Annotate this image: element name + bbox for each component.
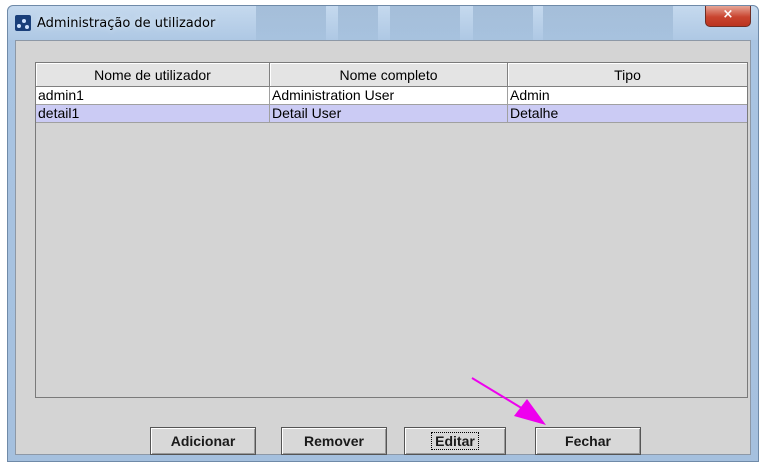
add-button[interactable]: Adicionar bbox=[150, 427, 256, 455]
dialog-content: Nome de utilizador Nome completo Tipo ad… bbox=[15, 40, 751, 455]
cell-username: detail1 bbox=[36, 105, 270, 123]
cell-username: admin1 bbox=[36, 87, 270, 105]
cell-fullname: Administration User bbox=[270, 87, 508, 105]
table-row-selected[interactable]: detail1 Detail User Detalhe bbox=[36, 105, 747, 123]
cell-type: Admin bbox=[508, 87, 747, 105]
window-title: Administração de utilizador bbox=[37, 16, 216, 31]
table-row[interactable]: admin1 Administration User Admin bbox=[36, 87, 747, 105]
column-header-username[interactable]: Nome de utilizador bbox=[36, 63, 270, 87]
title-bar[interactable]: Administração de utilizador × bbox=[8, 6, 758, 40]
remove-button[interactable]: Remover bbox=[281, 427, 387, 455]
dialog-window: Administração de utilizador × Nome de ut… bbox=[7, 5, 759, 462]
edit-button-label: Editar bbox=[431, 432, 479, 450]
close-icon[interactable]: × bbox=[705, 6, 751, 27]
app-icon bbox=[15, 15, 31, 31]
edit-button[interactable]: Editar bbox=[404, 427, 506, 455]
column-header-type[interactable]: Tipo bbox=[508, 63, 747, 87]
users-table[interactable]: Nome de utilizador Nome completo Tipo ad… bbox=[35, 62, 748, 398]
cell-fullname: Detail User bbox=[270, 105, 508, 123]
close-button[interactable]: Fechar bbox=[535, 427, 641, 455]
table-header: Nome de utilizador Nome completo Tipo bbox=[36, 63, 747, 87]
cell-type: Detalhe bbox=[508, 105, 747, 123]
column-header-fullname[interactable]: Nome completo bbox=[270, 63, 508, 87]
